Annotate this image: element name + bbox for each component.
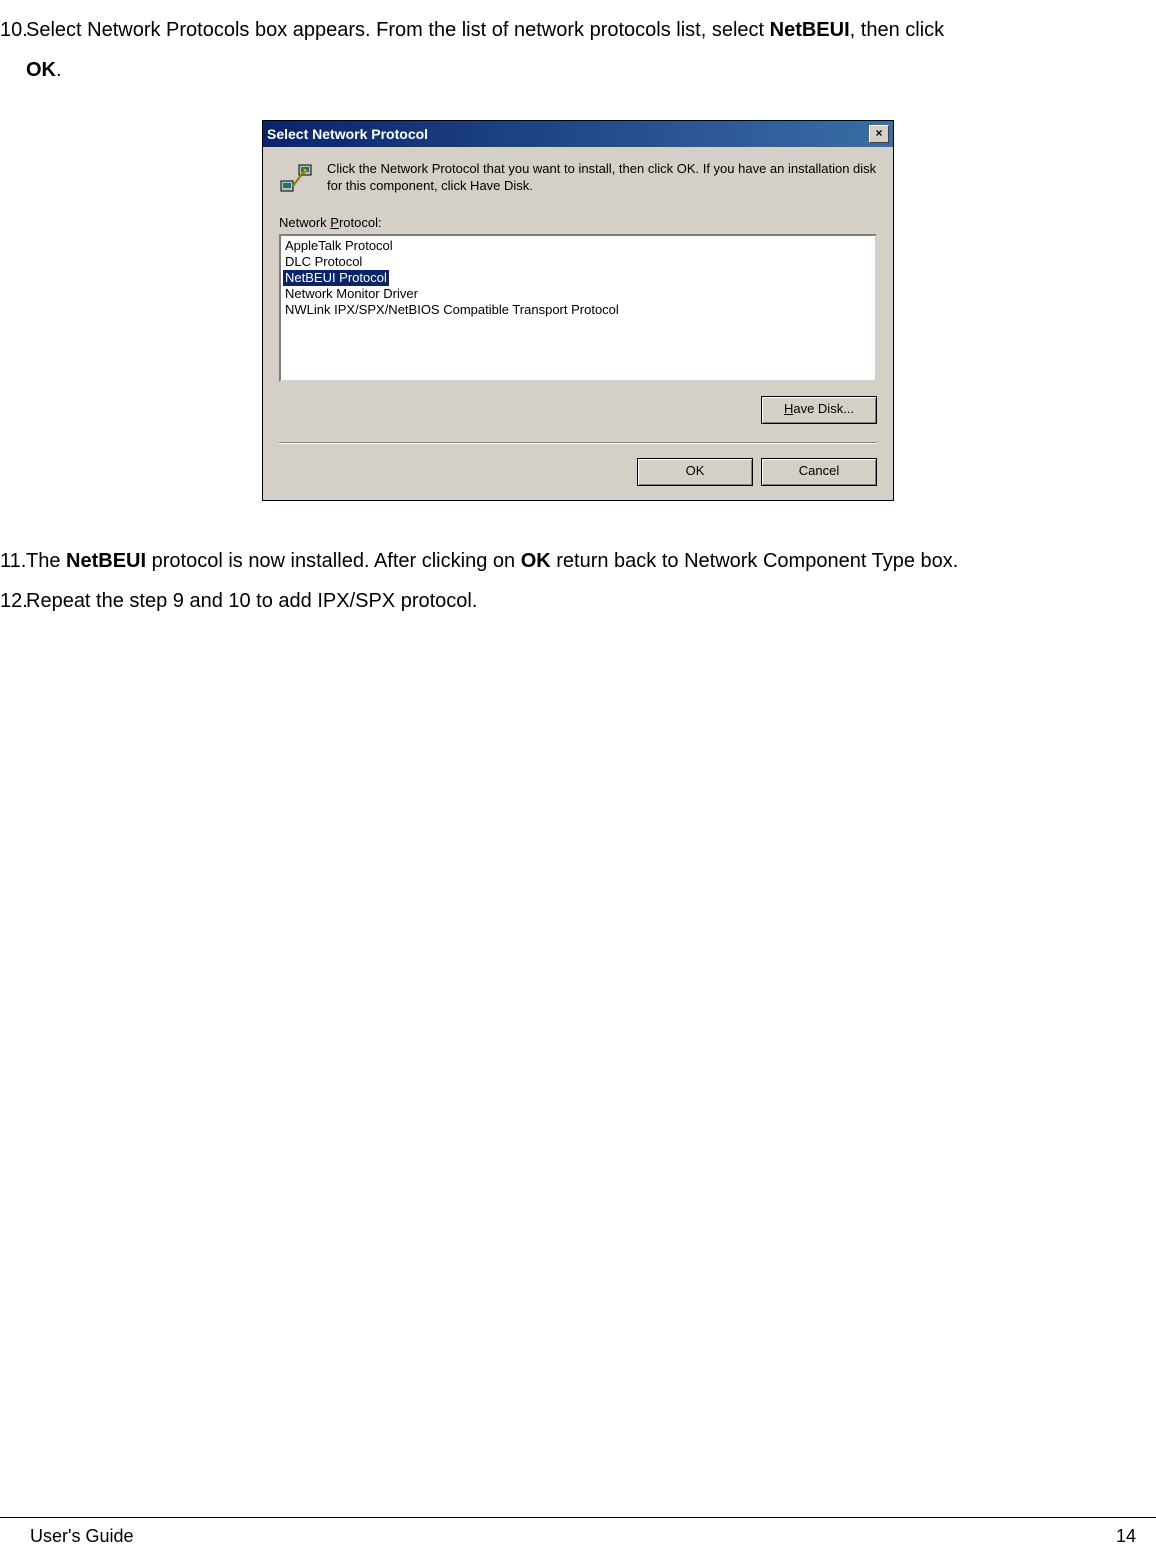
step-10-bold-netbeui: NetBEUI <box>770 19 850 41</box>
dialog-title: Select Network Protocol <box>267 126 428 142</box>
step-10: 10.Select Network Protocols box appears.… <box>0 10 1156 90</box>
step-11: 11.The NetBEUI protocol is now installed… <box>0 541 1156 581</box>
step-12: 12.Repeat the step 9 and 10 to add IPX/S… <box>0 581 1156 621</box>
page-footer: User's Guide 14 <box>0 1517 1156 1547</box>
network-protocol-icon <box>279 161 315 197</box>
step-12-text: Repeat the step 9 and 10 to add IPX/SPX … <box>26 590 477 612</box>
protocol-option[interactable]: NWLink IPX/SPX/NetBIOS Compatible Transp… <box>283 302 873 318</box>
dialog-titlebar: Select Network Protocol × <box>263 121 893 147</box>
step-12-number: 12. <box>0 581 26 621</box>
cancel-button[interactable]: Cancel <box>761 458 877 486</box>
step-10-bold-ok: OK <box>26 59 56 81</box>
protocol-option[interactable]: NetBEUI Protocol <box>283 270 389 286</box>
step-11-text-c: return back to Network Component Type bo… <box>551 550 959 572</box>
protocol-option[interactable]: DLC Protocol <box>283 254 873 270</box>
step-11-bold-ok: OK <box>521 550 551 572</box>
step-10-number: 10. <box>0 10 26 50</box>
step-10-text-c: . <box>56 59 62 81</box>
footer-page-number: 14 <box>1116 1526 1136 1547</box>
step-11-text-b: protocol is now installed. After clickin… <box>146 550 521 572</box>
ok-button[interactable]: OK <box>637 458 753 486</box>
step-10-text-a: Select Network Protocols box appears. Fr… <box>26 19 770 41</box>
step-11-bold-netbeui: NetBEUI <box>66 550 146 572</box>
step-10-text-b: , then click <box>850 19 944 41</box>
protocol-option[interactable]: AppleTalk Protocol <box>283 238 873 254</box>
step-11-number: 11. <box>0 541 26 581</box>
network-protocol-label: Network Protocol: <box>279 215 877 230</box>
dialog-instruction-text: Click the Network Protocol that you want… <box>327 161 877 195</box>
step-11-text-a: The <box>26 550 66 572</box>
network-protocol-listbox[interactable]: AppleTalk ProtocolDLC ProtocolNetBEUI Pr… <box>279 234 877 382</box>
select-network-protocol-dialog: Select Network Protocol × Click the Netw… <box>262 120 894 501</box>
close-button[interactable]: × <box>869 125 889 143</box>
have-disk-button[interactable]: Have Disk... <box>761 396 877 424</box>
footer-left: User's Guide <box>30 1526 133 1547</box>
protocol-option[interactable]: Network Monitor Driver <box>283 286 873 302</box>
